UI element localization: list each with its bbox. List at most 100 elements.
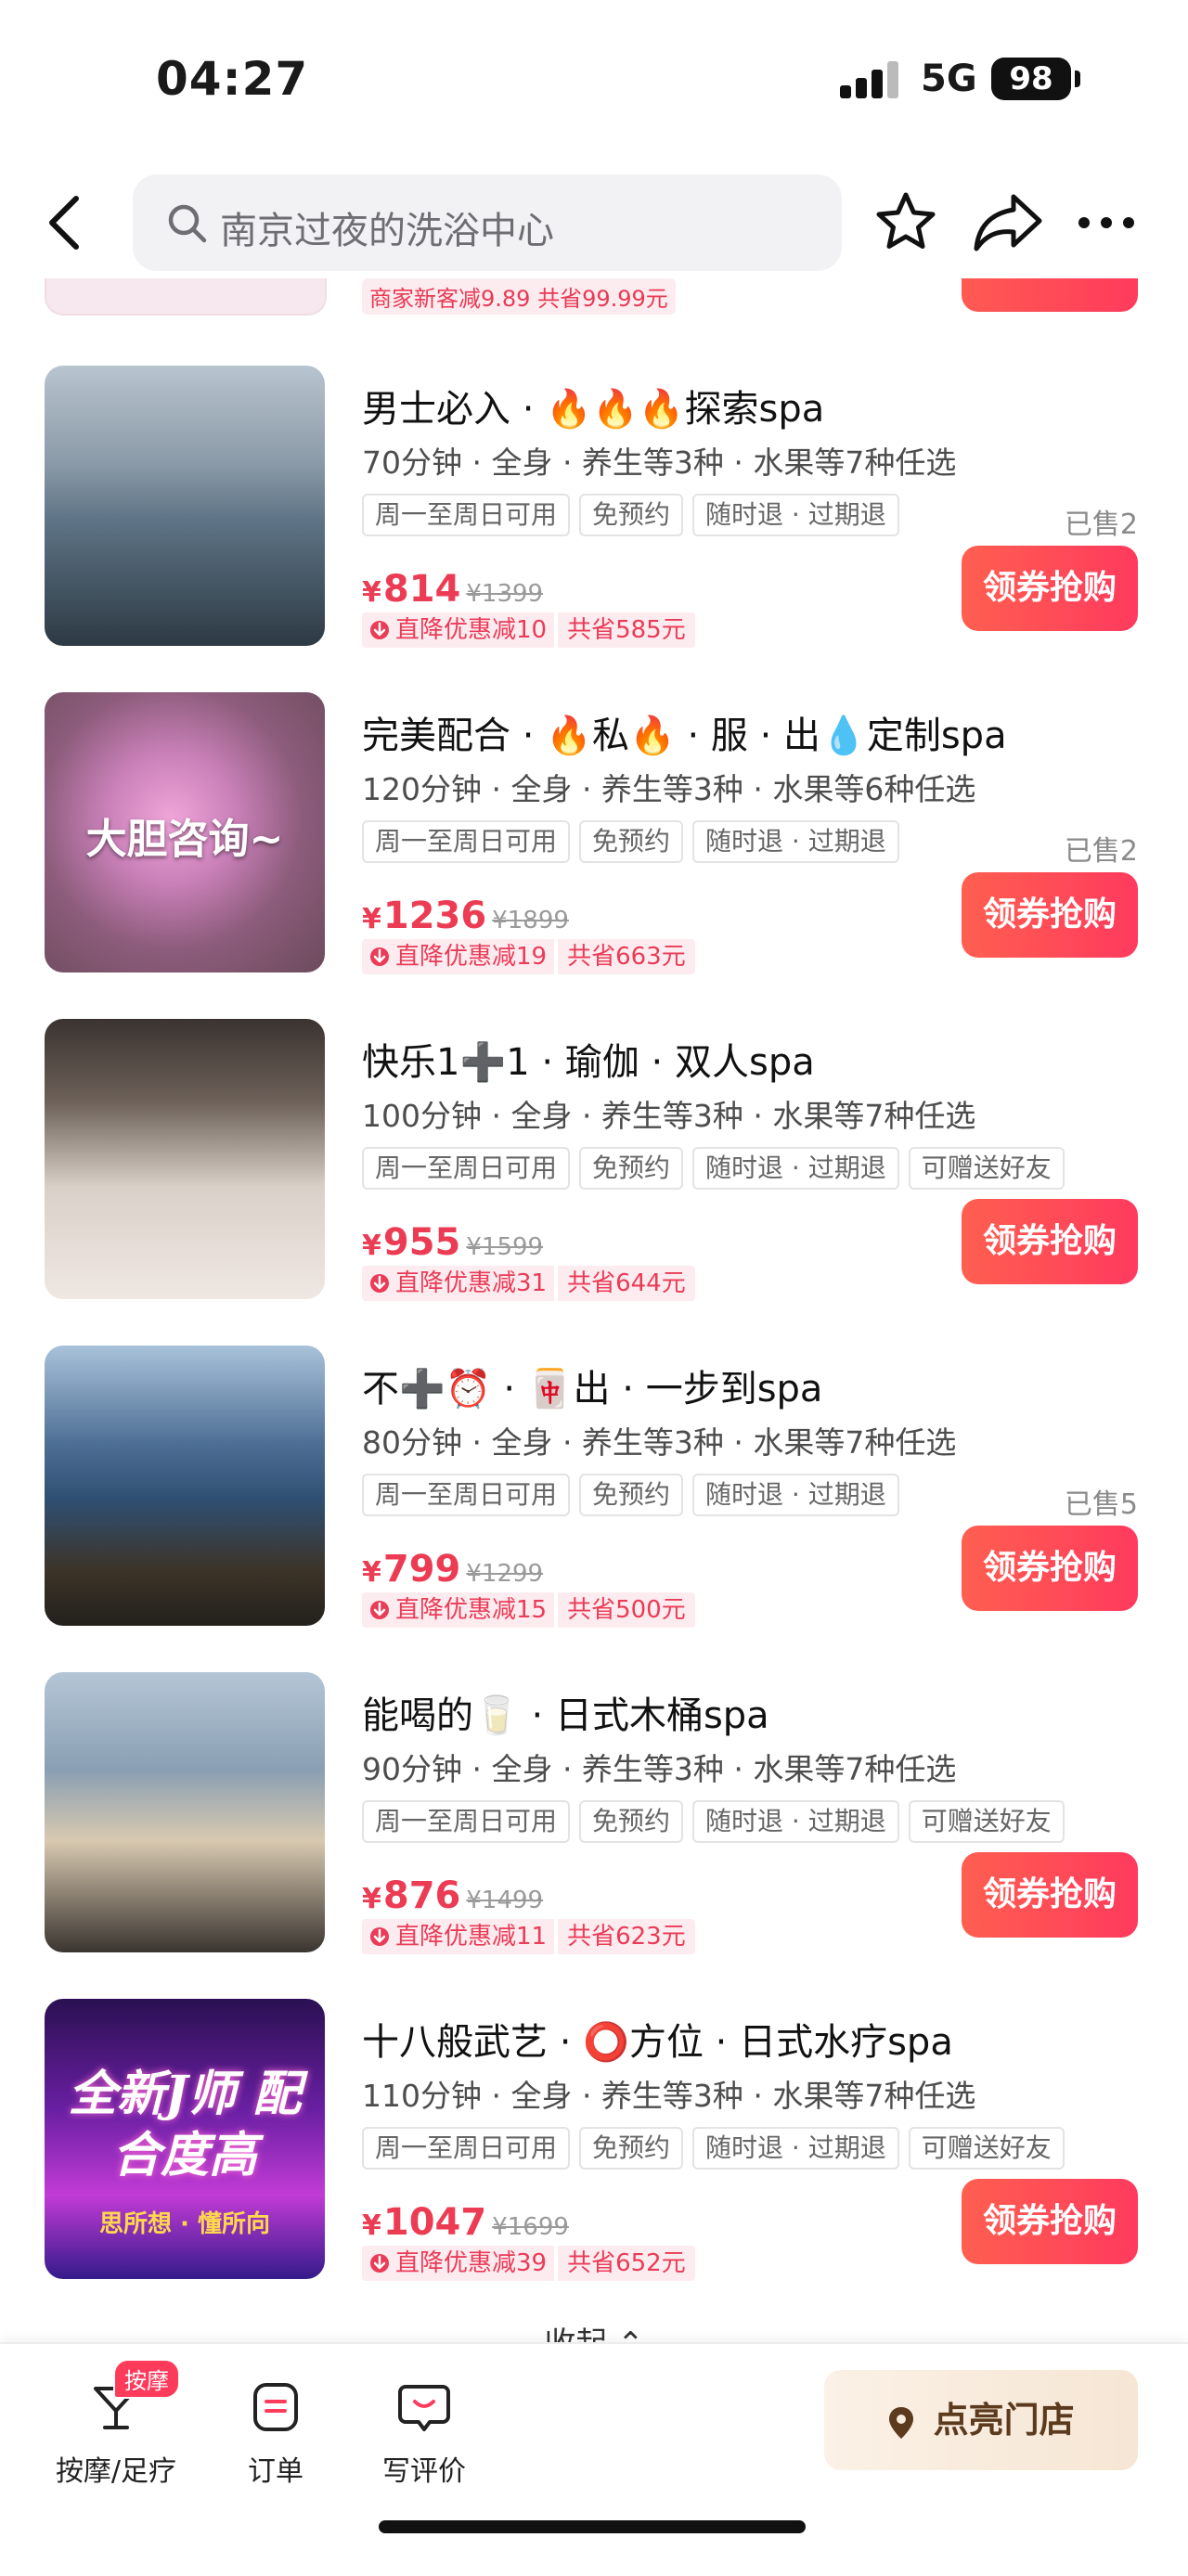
sold-count: 已售5 [1064,1488,1138,1521]
light-up-store-button[interactable]: 点亮门店 [824,2370,1138,2470]
discount-badge: 直降优惠减31 [362,1266,555,1301]
current-price: ¥876 [362,1874,460,1917]
product-tags: 周一至周日可用 免预约 随时退 · 过期退 可赠送好友 [362,1147,1074,1190]
discount-badge: 直降优惠减11 [362,1919,555,1954]
product-tag: 随时退 · 过期退 [692,494,899,536]
promo-row: 直降优惠减39 共省652元 [362,2246,695,2283]
chevron-left-icon [49,196,79,250]
total-savings: 共省644元 [558,1266,695,1301]
tab-label: 按摩/足疗 [55,2455,177,2488]
price-value: 1236 [382,895,487,937]
total-savings: 共省500元 [558,1592,695,1628]
tab-label: 写评价 [382,2455,466,2488]
buy-coupon-button[interactable]: 领券抢购 [962,1852,1138,1938]
tab-massage[interactable]: 按摩 按摩/足疗 [46,2359,186,2492]
buy-coupon-button[interactable]: 领券抢购 [962,872,1138,958]
battery-icon: 98 [991,58,1071,100]
product-tag: 随时退 · 过期退 [692,1474,899,1516]
currency-symbol: ¥ [362,903,381,935]
tab-review[interactable]: 写评价 [355,2372,494,2492]
product-tag: 周一至周日可用 [362,1800,571,1843]
total-savings: 共省663元 [558,939,695,974]
original-price: ¥1499 [466,1887,544,1914]
product-thumbnail[interactable]: 大胆咨询~ [45,692,325,972]
back-button[interactable] [41,193,93,252]
product-tags: 周一至周日可用 免预约 随时退 · 过期退 [362,1474,909,1516]
price-value: 1047 [382,2201,487,2244]
share-button[interactable] [971,189,1045,256]
product-specs: 100分钟 · 全身 · 养生等3种 · 水果等7种任选 [362,1098,976,1134]
product-card[interactable]: 快乐1➕1 · 瑜伽 · 双人spa 100分钟 · 全身 · 养生等3种 · … [0,995,1188,1321]
buy-coupon-button[interactable]: 领券抢购 [962,546,1138,631]
original-price: ¥1399 [466,580,544,608]
price-row: ¥1236 ¥1899 [362,895,569,941]
location-pin-icon [889,2406,914,2439]
current-price: ¥1047 [362,2201,486,2244]
price-value: 799 [382,1548,461,1591]
product-title: 十八般武艺 · ⭕方位 · 日式水疗spa [362,2021,953,2064]
product-tag: 免预约 [579,1474,684,1516]
thumbnail-subcaption: 思所想 · 懂所向 [99,2210,270,2238]
current-price: ¥1236 [362,895,486,937]
product-card[interactable]: 不➕⏰ · 🀄出 · 一步到spa 80分钟 · 全身 · 养生等3种 · 水果… [0,1321,1188,1648]
price-row: ¥799 ¥1299 [362,1548,543,1594]
favorite-button[interactable] [872,189,939,256]
buy-coupon-button[interactable]: 领券抢购 [962,1526,1138,1611]
product-thumbnail[interactable]: 全新J师 配合度高 思所想 · 懂所向 [45,1999,325,2279]
thumbnail-caption: 大胆咨询~ [85,816,284,863]
product-title: 快乐1➕1 · 瑜伽 · 双人spa [362,1041,815,1084]
product-tag: 可赠送好友 [908,1147,1065,1190]
discount-text: 直降优惠减31 [395,1269,548,1297]
original-price: ¥1899 [492,907,569,934]
search-input[interactable]: 南京过夜的洗浴中心 [133,174,842,271]
product-card[interactable]: 大胆咨询~ 完美配合 · 🔥私🔥 · 服 · 出💧定制spa 120分钟 · 全… [0,668,1188,995]
product-thumbnail[interactable] [45,366,325,646]
total-savings: 共省652元 [558,2246,695,2281]
product-tags: 周一至周日可用 免预约 随时退 · 过期退 可赠送好友 [362,1800,1074,1843]
product-thumbnail[interactable] [45,1019,325,1299]
promo-row: 直降优惠减31 共省644元 [362,1266,695,1303]
product-specs: 120分钟 · 全身 · 养生等3种 · 水果等6种任选 [362,771,976,807]
tab-badge: 按摩 [113,2359,180,2399]
product-specs: 70分钟 · 全身 · 养生等3种 · 水果等7种任选 [362,444,957,481]
product-card[interactable]: 能喝的🥛 · 日式木桶spa 90分钟 · 全身 · 养生等3种 · 水果等7种… [0,1648,1188,1975]
more-button[interactable] [1073,189,1140,256]
product-tags: 周一至周日可用 免预约 随时退 · 过期退 [362,494,909,536]
currency-symbol: ¥ [362,2209,381,2242]
product-tag: 免预约 [579,2127,684,2170]
currency-symbol: ¥ [362,1883,381,1915]
discount-text: 直降优惠减39 [395,2249,548,2277]
store-button-label: 点亮门店 [933,2400,1075,2441]
buy-coupon-button[interactable]: 领券抢购 [962,1199,1138,1284]
discount-text: 直降优惠减10 [395,616,548,644]
total-savings: 共省585元 [558,612,695,648]
partial-thumbnail[interactable] [45,278,327,316]
thumbnail-caption: 全新J师 配合度高 [68,2066,302,2183]
down-arrow-icon [370,1601,389,1619]
signal-icon [840,61,899,98]
product-tag: 周一至周日可用 [362,2127,571,2170]
product-tag: 周一至周日可用 [362,1474,571,1516]
discount-badge: 直降优惠减15 [362,1592,555,1628]
product-thumbnail[interactable] [45,1346,325,1626]
product-tag: 可赠送好友 [908,2127,1065,2170]
partial-promo: 商家新客减9.89 共省99.99元 [362,278,676,315]
down-arrow-icon [370,1274,389,1293]
product-thumbnail[interactable] [45,1672,325,1952]
original-price: ¥1299 [466,1560,544,1588]
tab-orders[interactable]: 订单 [206,2372,345,2492]
product-card[interactable]: 全新J师 配合度高 思所想 · 懂所向 十八般武艺 · ⭕方位 · 日式水疗sp… [0,1975,1188,2301]
product-tags: 周一至周日可用 免预约 随时退 · 过期退 可赠送好友 [362,2127,1074,2170]
search-text: 南京过夜的洗浴中心 [220,210,554,252]
down-arrow-icon [370,1927,389,1946]
price-row: ¥876 ¥1499 [362,1874,543,1921]
search-icon [168,204,207,243]
buy-coupon-button[interactable]: 领券抢购 [962,2179,1138,2264]
partial-buy-button[interactable] [962,278,1138,312]
product-card[interactable]: 男士必入 · 🔥🔥🔥探索spa 70分钟 · 全身 · 养生等3种 · 水果等7… [0,341,1188,668]
product-tag: 免预约 [579,1147,684,1190]
product-tag: 周一至周日可用 [362,1147,571,1190]
product-tag: 免预约 [579,1800,684,1843]
discount-badge: 直降优惠减19 [362,939,555,974]
current-price: ¥814 [362,568,460,611]
